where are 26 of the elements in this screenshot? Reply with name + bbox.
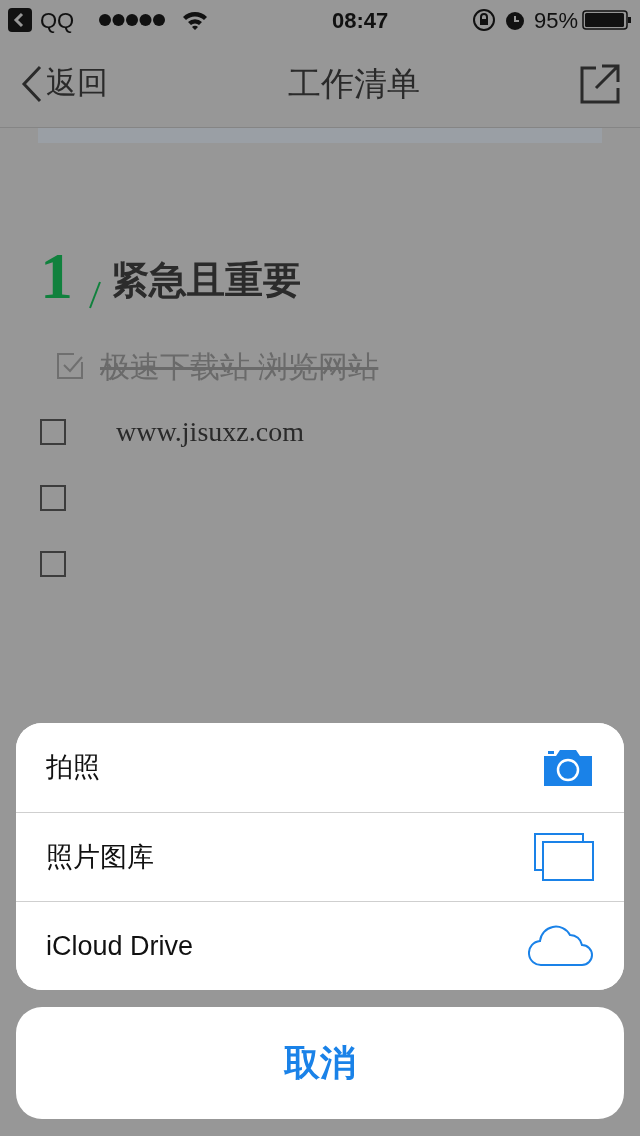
page-title: 工作清单 bbox=[288, 63, 420, 104]
chevron-left-icon bbox=[20, 64, 42, 103]
signal-icon bbox=[98, 13, 167, 27]
section-title: 紧急且重要 bbox=[111, 258, 301, 303]
battery-icon bbox=[582, 9, 632, 31]
wifi-icon bbox=[182, 10, 209, 30]
photo-library-icon bbox=[534, 833, 594, 881]
checkbox[interactable] bbox=[40, 551, 66, 577]
back-app-icon[interactable] bbox=[8, 8, 32, 32]
rotation-lock-icon bbox=[471, 8, 496, 32]
sheet-option[interactable]: iCloud Drive bbox=[16, 901, 624, 990]
status-time: 08:47 bbox=[331, 6, 389, 35]
section-number: 1 bbox=[40, 243, 73, 309]
task-text: www.jisuxz.com bbox=[116, 415, 304, 449]
checkbox[interactable] bbox=[40, 485, 66, 511]
share-icon[interactable] bbox=[580, 63, 620, 104]
battery-percent: 95% bbox=[533, 6, 578, 35]
checkbox[interactable] bbox=[56, 352, 84, 380]
cloud-icon bbox=[528, 925, 594, 967]
checkbox[interactable] bbox=[40, 419, 66, 445]
alarm-icon bbox=[503, 9, 526, 31]
back-button[interactable]: 返回 bbox=[20, 60, 108, 107]
cancel-button[interactable]: 取消 bbox=[16, 1007, 624, 1119]
camera-icon bbox=[542, 747, 594, 788]
back-app-label[interactable]: QQ bbox=[40, 3, 75, 37]
slash-divider bbox=[89, 281, 101, 309]
